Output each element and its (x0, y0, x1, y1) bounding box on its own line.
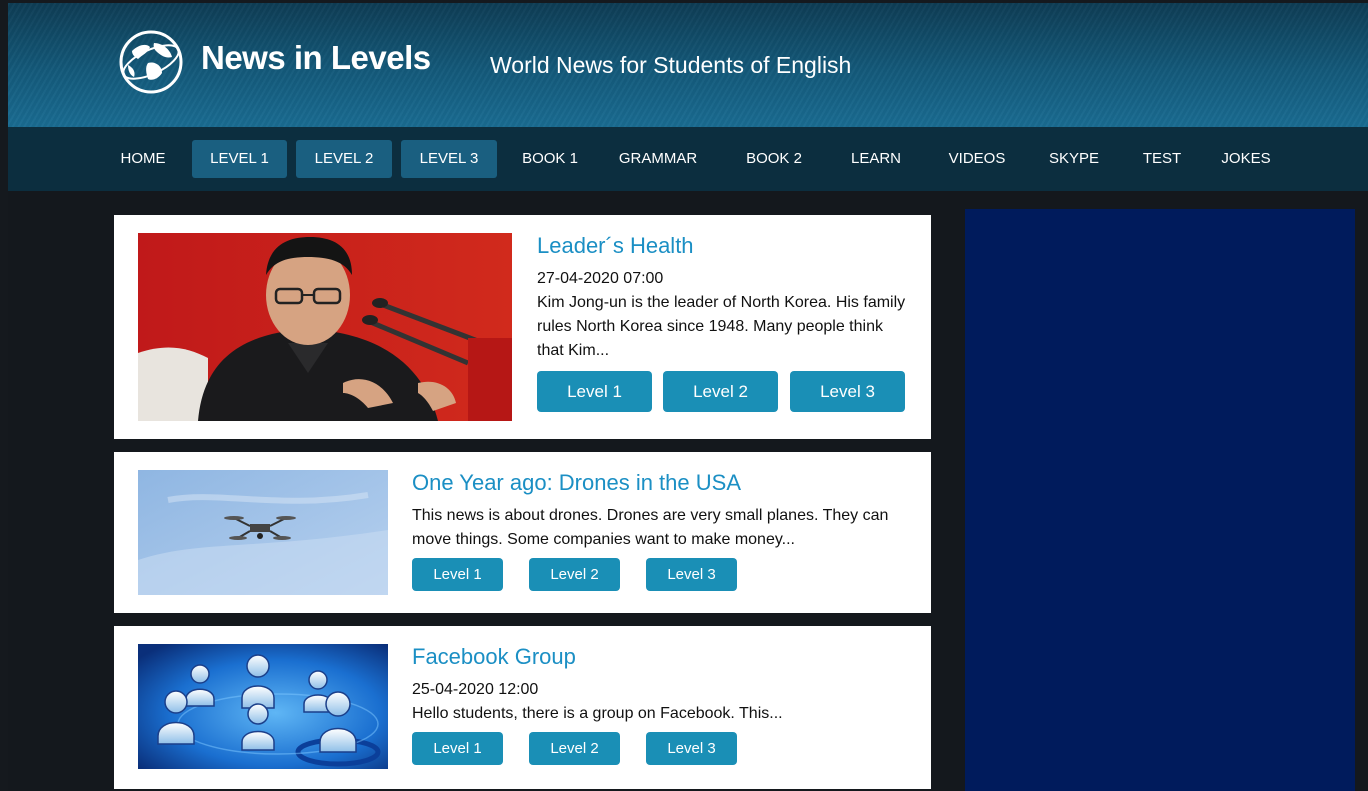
article-date: 25-04-2020 12:00 (412, 681, 539, 698)
nav-learn[interactable]: LEARN (836, 140, 916, 178)
main-nav: HOME LEVEL 1 LEVEL 2 LEVEL 3 BOOK 1 GRAM… (8, 127, 1368, 191)
article-card: Leader´s Health 27-04-2020 07:00 Kim Jon… (114, 215, 931, 439)
nav-skype[interactable]: SKYPE (1036, 140, 1112, 178)
nav-level-1[interactable]: LEVEL 1 (192, 140, 287, 178)
article-title[interactable]: Leader´s Health (537, 233, 694, 259)
leader-photo-image (138, 233, 512, 421)
article-excerpt: This news is about drones. Drones are ve… (412, 507, 889, 548)
nav-videos[interactable]: VIDEOS (934, 140, 1020, 178)
level-2-button[interactable]: Level 2 (529, 558, 620, 591)
site-tagline: World News for Students of English (490, 52, 852, 78)
nav-test[interactable]: TEST (1128, 140, 1196, 178)
level-1-button[interactable]: Level 1 (537, 371, 652, 412)
level-3-button[interactable]: Level 3 (646, 732, 737, 765)
drone-photo-image (138, 470, 388, 595)
sidebar-ad-area (965, 209, 1355, 791)
article-excerpt: Hello students, there is a group on Face… (412, 705, 783, 722)
site-logo-text[interactable]: News in Levels (201, 39, 431, 77)
social-group-image (138, 644, 388, 769)
nav-home[interactable]: HOME (107, 140, 179, 178)
article-thumbnail[interactable] (138, 233, 512, 421)
level-2-button[interactable]: Level 2 (663, 371, 778, 412)
level-3-button[interactable]: Level 3 (646, 558, 737, 591)
globe-icon[interactable] (118, 29, 184, 95)
level-3-button[interactable]: Level 3 (790, 371, 905, 412)
article-card: Facebook Group 25-04-2020 12:00 Hello st… (114, 626, 931, 789)
nav-jokes[interactable]: JOKES (1208, 140, 1284, 178)
article-title[interactable]: One Year ago: Drones in the USA (412, 470, 741, 496)
article-excerpt: Kim Jong-un is the leader of North Korea… (537, 294, 906, 359)
nav-grammar[interactable]: GRAMMAR (608, 140, 708, 178)
article-date: 27-04-2020 07:00 (537, 270, 664, 287)
nav-book-1[interactable]: BOOK 1 (508, 140, 592, 178)
article-title[interactable]: Facebook Group (412, 644, 576, 670)
article-thumbnail[interactable] (138, 470, 388, 595)
article-thumbnail[interactable] (138, 644, 388, 769)
site-header: News in Levels World News for Students o… (8, 3, 1368, 127)
nav-book-2[interactable]: BOOK 2 (733, 140, 815, 178)
level-2-button[interactable]: Level 2 (529, 732, 620, 765)
level-1-button[interactable]: Level 1 (412, 558, 503, 591)
article-card: One Year ago: Drones in the USA This new… (114, 452, 931, 613)
nav-level-2[interactable]: LEVEL 2 (296, 140, 392, 178)
nav-level-3[interactable]: LEVEL 3 (401, 140, 497, 178)
page-frame: News in Levels World News for Students o… (8, 3, 1368, 791)
level-1-button[interactable]: Level 1 (412, 732, 503, 765)
